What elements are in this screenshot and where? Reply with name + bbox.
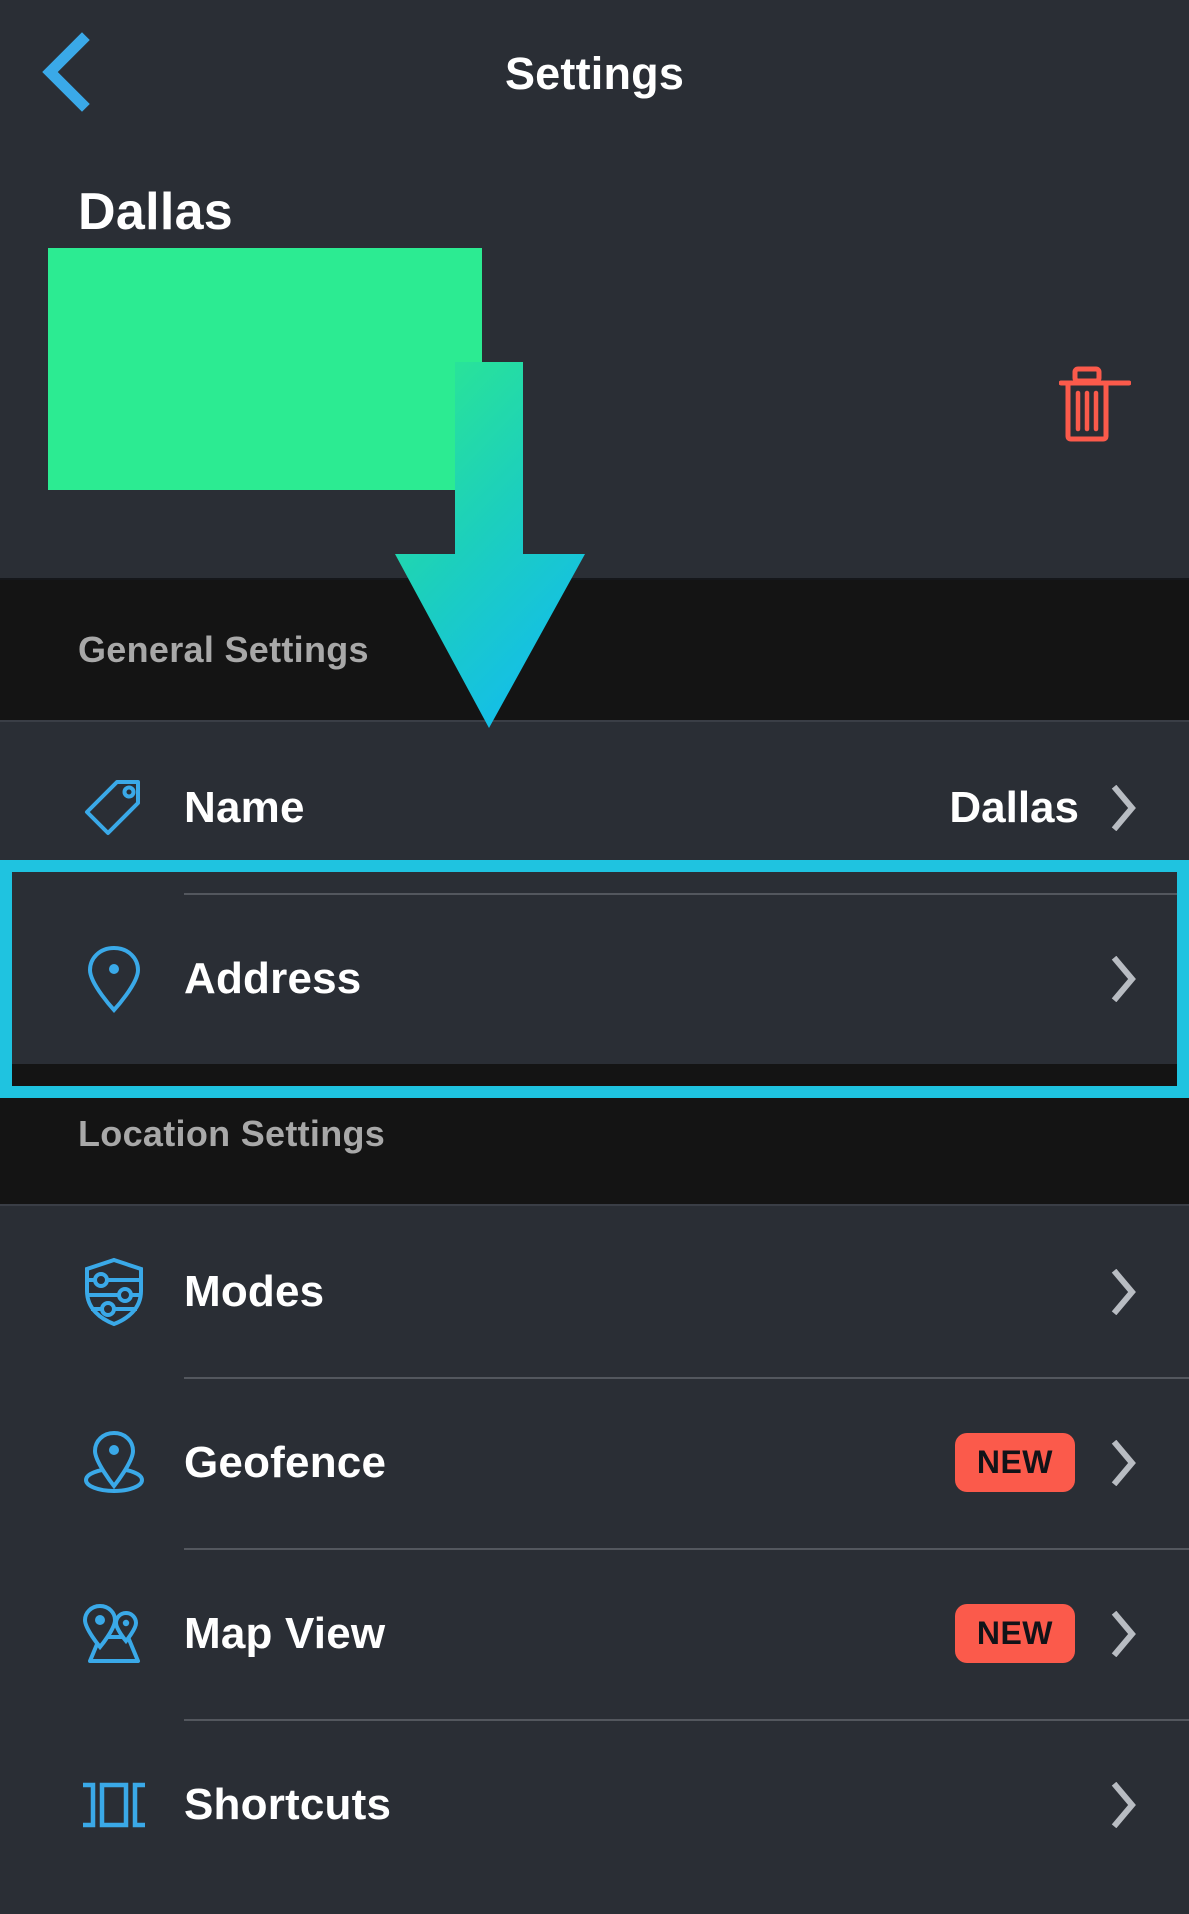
row-geofence[interactable]: Geofence NEW [0, 1377, 1189, 1548]
row-value: Dallas [949, 782, 1079, 832]
row-shortcuts[interactable]: Shortcuts [0, 1719, 1189, 1890]
location-settings-rows: Modes Geofence NEW Map View NEW Shortcut… [0, 1204, 1189, 1890]
geofence-pin-icon [78, 1427, 150, 1499]
chevron-right-icon [1107, 1438, 1141, 1488]
navigation-bar: Settings [0, 0, 1189, 160]
row-label: Address [184, 953, 362, 1003]
chevron-right-icon [1107, 783, 1141, 833]
row-address[interactable]: Address [0, 893, 1189, 1064]
status-badge: NEW [954, 1604, 1075, 1663]
chevron-right-icon [1107, 1267, 1141, 1317]
chevron-right-icon [1107, 1609, 1141, 1659]
row-label: Shortcuts [184, 1779, 392, 1829]
section-header-general: General Settings [0, 580, 1189, 720]
shortcuts-icon [78, 1769, 150, 1841]
map-pin-icon [78, 943, 150, 1015]
row-name[interactable]: Name Dallas [0, 722, 1189, 893]
shield-sliders-icon [78, 1256, 150, 1328]
chevron-right-icon [1107, 954, 1141, 1004]
row-label: Map View [184, 1608, 386, 1658]
location-name-heading: Dallas [78, 183, 234, 241]
trash-icon [1059, 366, 1131, 442]
location-thumbnail [48, 248, 482, 490]
page-title: Settings [504, 48, 685, 99]
row-label: Name [184, 782, 305, 832]
status-badge: NEW [954, 1433, 1075, 1492]
delete-location-button[interactable] [1049, 358, 1141, 450]
chevron-right-icon [1107, 1780, 1141, 1830]
map-view-icon [78, 1598, 150, 1670]
general-settings-rows: Name Dallas Address [0, 720, 1189, 1064]
row-label: Modes [184, 1266, 325, 1316]
row-modes[interactable]: Modes [0, 1206, 1189, 1377]
tag-icon [78, 772, 150, 844]
settings-screen: Settings Dallas General Settings Name Da… [0, 0, 1189, 1914]
row-label: Geofence [184, 1437, 387, 1487]
row-map-view[interactable]: Map View NEW [0, 1548, 1189, 1719]
section-header-location: Location Settings [0, 1064, 1189, 1204]
location-hero: Dallas [0, 160, 1189, 580]
